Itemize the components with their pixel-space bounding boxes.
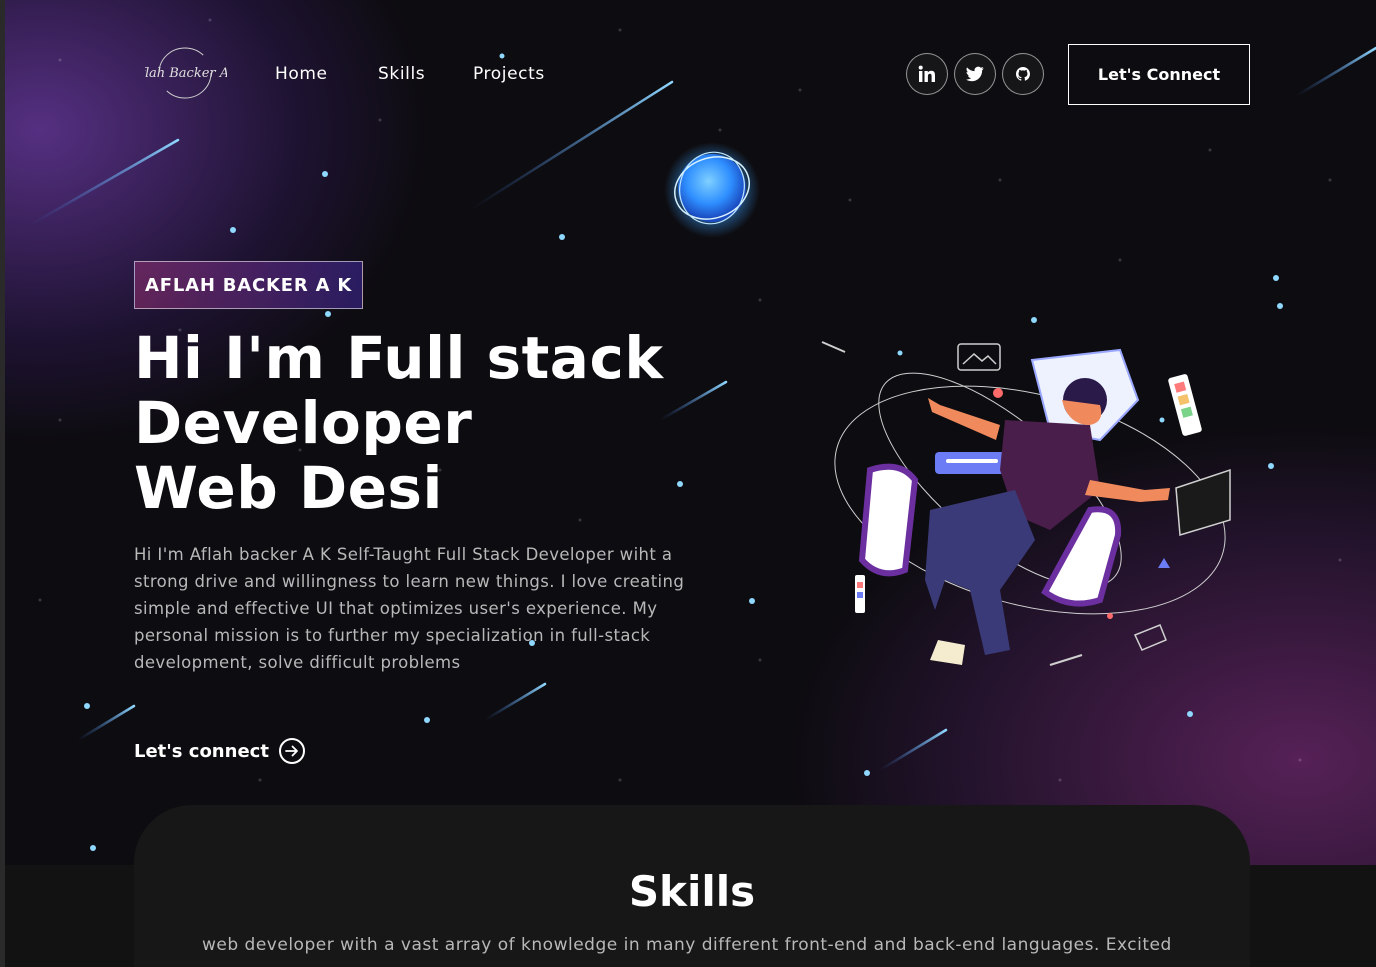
github-button[interactable] xyxy=(1002,53,1044,95)
hero-headline: Hi I'm Full stack Developer Web Desi xyxy=(134,326,774,521)
linkedin-button[interactable] xyxy=(906,53,948,95)
logo-text: Aflah Backer AK xyxy=(145,66,227,81)
nav-link-projects[interactable]: Projects xyxy=(473,64,545,84)
skills-title: Skills xyxy=(628,867,756,916)
intro-paragraph: Hi I'm Aflah backer A K Self-Taught Full… xyxy=(134,545,685,672)
lets-connect-link[interactable]: Let's connect xyxy=(134,735,305,767)
skills-section: Skills web developer with a vast array o… xyxy=(134,805,1250,967)
cta-label: Let's connect xyxy=(134,740,269,762)
portfolio-page: Aflah Backer AK Home Skills Projects Let… xyxy=(0,0,1376,967)
logo[interactable]: Aflah Backer AK xyxy=(130,44,240,102)
headline-line: Developer xyxy=(134,389,473,457)
arrow-right-circle-icon xyxy=(278,738,305,764)
linkedin-icon xyxy=(918,65,935,82)
skills-description: web developer with a vast array of knowl… xyxy=(202,935,1172,955)
headline-line: Hi I'm Full stack xyxy=(134,324,664,392)
github-icon xyxy=(1016,67,1030,81)
planet-graphic xyxy=(664,142,760,238)
nav-link-home[interactable]: Home xyxy=(275,64,328,84)
twitter-icon xyxy=(966,66,984,82)
name-tagline: AFLAH BACKER A K xyxy=(134,261,364,309)
nav-link-skills[interactable]: Skills xyxy=(378,64,425,84)
developer-illustration xyxy=(821,341,1231,666)
lets-connect-button[interactable]: Let's Connect xyxy=(1068,44,1250,105)
twitter-button[interactable] xyxy=(954,53,996,95)
headline-line: Web Desi xyxy=(134,454,443,522)
